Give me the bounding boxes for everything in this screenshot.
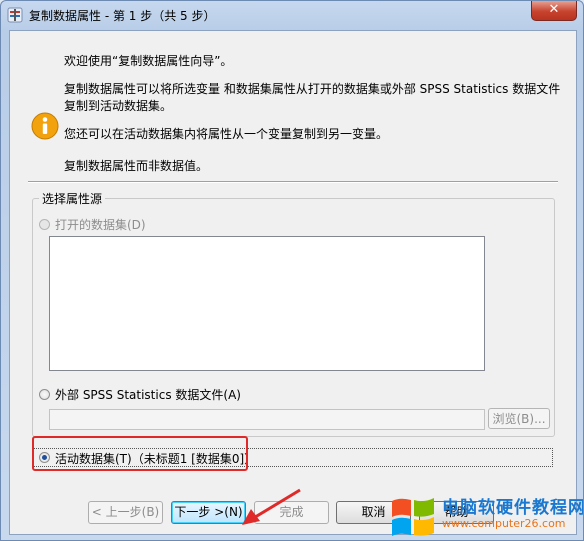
file-path-input[interactable] bbox=[49, 409, 485, 430]
watermark-url: www.computer26.com bbox=[442, 517, 566, 530]
watermark: 电脑软硬件教程网 www.computer26.com bbox=[390, 489, 584, 540]
next-button[interactable]: 下一步 >(N) bbox=[171, 501, 246, 524]
divider bbox=[28, 181, 558, 183]
dialog-body: 欢迎使用“复制数据属性向导”。 复制数据属性可以将所选变量 和数据集属性从打开的… bbox=[9, 30, 583, 536]
dialog-window: 复制数据属性 - 第 1 步（共 5 步） ✕ 欢迎使用“复制数据属性向导”。 … bbox=[0, 0, 584, 541]
watermark-title: 电脑软硬件教程网 bbox=[442, 498, 584, 518]
window-title: 复制数据属性 - 第 1 步（共 5 步） bbox=[29, 9, 216, 23]
intro-note: 复制数据属性而非数据值。 bbox=[64, 159, 209, 173]
source-group-legend: 选择属性源 bbox=[39, 190, 106, 207]
external-file-radio[interactable] bbox=[39, 389, 50, 400]
close-button[interactable]: ✕ bbox=[531, 1, 577, 21]
title-bar: 复制数据属性 - 第 1 步（共 5 步） ✕ bbox=[1, 1, 583, 29]
external-file-label: 外部 SPSS Statistics 数据文件(A) bbox=[55, 388, 241, 402]
open-datasets-list[interactable] bbox=[49, 236, 485, 371]
app-icon bbox=[7, 7, 23, 23]
windows-logo-icon bbox=[392, 498, 434, 536]
intro-tip: 您还可以在活动数据集内将属性从一个变量复制到另一变量。 bbox=[64, 127, 389, 141]
info-icon bbox=[31, 112, 59, 140]
highlight-box bbox=[32, 436, 248, 471]
browse-button[interactable]: 浏览(B)... bbox=[488, 408, 550, 429]
pointer-arrow-icon bbox=[242, 488, 301, 525]
back-button[interactable]: < 上一步(B) bbox=[88, 501, 163, 524]
intro-description: 复制数据属性可以将所选变量 和数据集属性从打开的数据集或外部 SPSS Stat… bbox=[64, 82, 561, 113]
intro-welcome: 欢迎使用“复制数据属性向导”。 bbox=[64, 54, 233, 68]
open-dataset-label: 打开的数据集(D) bbox=[55, 218, 146, 232]
open-dataset-radio[interactable] bbox=[39, 219, 50, 230]
